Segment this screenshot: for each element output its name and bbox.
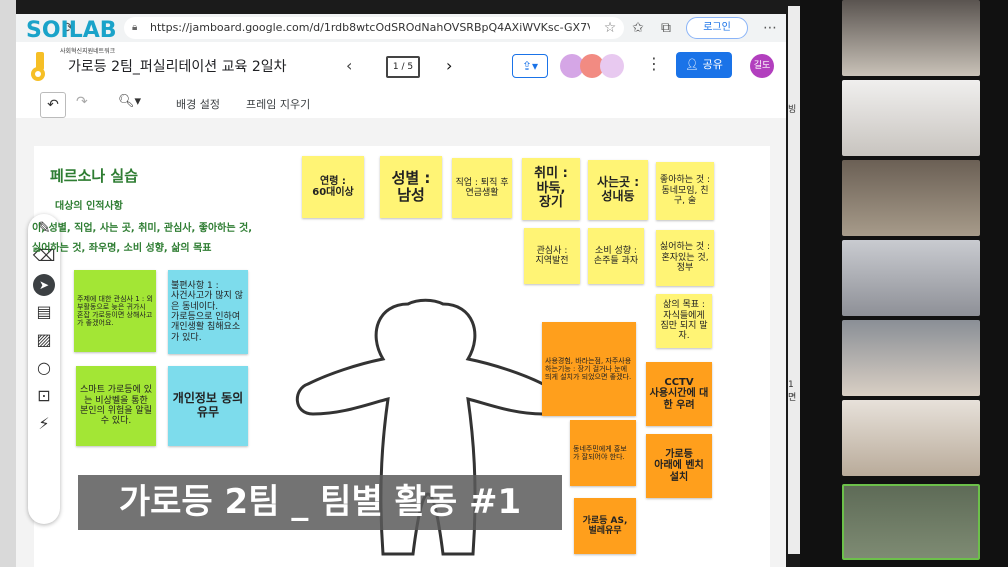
frame-bar-button[interactable]: 1 / 5 xyxy=(386,56,420,78)
url-field[interactable]: 🔒︎ https://jamboard.google.com/d/1rdb8wt… xyxy=(124,17,624,39)
side-text: 빙 xyxy=(788,105,797,115)
more-menu-icon[interactable]: ⋯ xyxy=(760,18,780,38)
undo-icon[interactable]: ↶ xyxy=(40,92,66,118)
sticky-note-cctv[interactable]: CCTV 사용시간에 대한 우려 xyxy=(646,362,712,426)
sticky-note-age[interactable]: 연령 : 60대이상 xyxy=(302,156,364,218)
video-caption: 가로등 2팀 _ 팀별 활동 #1 xyxy=(78,475,562,530)
circle-icon[interactable]: ○ xyxy=(28,354,60,382)
next-frame-icon[interactable]: › xyxy=(446,56,452,75)
sticky-note-interest[interactable]: 관심사 : 지역발전 xyxy=(524,228,580,284)
sticky-note-job[interactable]: 직업 : 퇴직 후 연금생활 xyxy=(452,158,512,218)
side-text: 1면 xyxy=(788,380,797,403)
logo-brand: SOILAB xyxy=(26,18,117,43)
lock-icon: 🔒︎ xyxy=(132,22,138,33)
bookmark-star-icon[interactable]: ☆ xyxy=(600,18,620,38)
jamboard-header: 가로등 2팀_퍼실리테이션 교육 2일차 ‹ 1 / 5 › ⇪▾ ⋮ 👤︎ 공… xyxy=(16,42,786,93)
sticky-note-likes[interactable]: 좋아하는 것 : 동네모임, 친구, 술 xyxy=(656,162,714,220)
present-icon[interactable]: ⇪▾ xyxy=(512,54,548,78)
participant-video[interactable] xyxy=(842,160,980,236)
participant-avatar[interactable] xyxy=(600,54,624,78)
background-settings-button[interactable]: 배경 설정 xyxy=(176,96,220,112)
logo-tagline: 사회혁신지원네트워크 xyxy=(60,48,116,55)
sticky-note-hobby[interactable]: 취미 : 바둑, 장기 xyxy=(522,158,580,220)
sticky-note-inconvenience[interactable]: 불편사항 1 : 사건사고가 많지 않은 동네이다. 가로등으로 인하여 개인생… xyxy=(168,270,248,354)
participant-video[interactable] xyxy=(842,80,980,156)
select-icon[interactable]: ➤ xyxy=(28,270,60,298)
previous-frame-icon[interactable]: ‹ xyxy=(346,56,352,75)
background-window: 빙 1면 xyxy=(788,6,800,554)
sticky-note-place[interactable]: 사는곳 : 성내동 xyxy=(588,160,648,220)
sticky-note-privacy[interactable]: 개인정보 동의유무 xyxy=(168,366,248,446)
zoom-icon[interactable]: 🔍︎▾ xyxy=(118,94,141,109)
participant-video[interactable] xyxy=(842,0,980,76)
user-avatar[interactable]: 길도 xyxy=(750,54,774,78)
redo-icon[interactable]: ↷ xyxy=(76,94,88,110)
share-button[interactable]: 👤︎ 공유 xyxy=(676,52,732,78)
participant-video-active[interactable] xyxy=(842,484,980,560)
login-button[interactable]: 로그인 xyxy=(686,17,748,39)
collections-icon[interactable]: ⧉ xyxy=(656,18,676,38)
image-icon[interactable]: ▨ xyxy=(28,326,60,354)
address-bar: ⟳ 🔒︎ https://jamboard.google.com/d/1rdb8… xyxy=(16,14,786,42)
soilab-logo: SOILAB 사회혁신지원네트워크 xyxy=(24,18,117,78)
persona-fields: 이, 성별, 직업, 사는 곳, 취미, 관심사, 좋아하는 것, xyxy=(32,223,253,234)
persona-subtitle: 대상의 인적사항 xyxy=(55,201,123,212)
sticky-note-promotion[interactable]: 동네주민에게 홍보가 잘되어야 한다. xyxy=(570,420,636,486)
sticky-note-experience[interactable]: 사용경험, 바라는점, 자주사용하는기능 : 장기 걸거나 눈에 띄게 설치가 … xyxy=(542,322,636,416)
sticky-note-concern[interactable]: 주제에 대한 관심사 1 : 외부활동으로 늦은 귀가시 혼잡 가로등이면 상해… xyxy=(74,270,156,352)
participant-video[interactable] xyxy=(842,320,980,396)
tool-palette: ✎ ⌫ ➤ ▤ ▨ ○ ⊡ ⚡︎ xyxy=(28,214,60,524)
sticky-note-gender[interactable]: 성별 : 남성 xyxy=(380,156,442,218)
url-text: https://jamboard.google.com/d/1rdb8wtcOd… xyxy=(150,21,590,34)
clear-frame-button[interactable]: 프레임 지우기 xyxy=(246,96,310,112)
person-icon: 👤︎ xyxy=(685,58,703,71)
sticky-note-emergency-bell[interactable]: 스마트 가로등에 있는 비상벨을 통한 본인의 위험을 알릴 수 있다. xyxy=(76,366,156,446)
sticky-note-life-goal[interactable]: 삶의 목표 : 자식들에게 짐만 되지 말자. xyxy=(656,294,712,348)
participant-video[interactable] xyxy=(842,400,980,476)
participant-video[interactable] xyxy=(842,240,980,316)
sticky-note-icon[interactable]: ▤ xyxy=(28,298,60,326)
persona-title: 페르소나 실습 xyxy=(50,167,139,185)
favorites-icon[interactable]: ✩ xyxy=(628,18,648,38)
sticky-note-bench[interactable]: 가로등 아래에 벤치 설치 xyxy=(646,434,712,498)
more-vert-icon[interactable]: ⋮ xyxy=(646,54,662,73)
sticky-note-dislikes[interactable]: 싫어하는 것 : 혼자있는 것, 정부 xyxy=(656,230,714,286)
sticky-note-as[interactable]: 가로등 AS, 벌레유무 xyxy=(574,498,636,554)
jamboard-toolbar: ↶ ↷ 🔍︎▾ 배경 설정 프레임 지우기 xyxy=(16,92,786,119)
desktop-background xyxy=(0,0,16,567)
sticky-note-consumption[interactable]: 소비 성향 : 손주들 과자 xyxy=(588,228,644,284)
persona-fields: 싫어하는 것, 좌우명, 소비 성향, 삶의 목표 xyxy=(32,243,212,254)
frame-counter: 1 / 5 xyxy=(392,62,414,72)
laser-icon[interactable]: ⚡︎ xyxy=(28,410,60,438)
login-label: 로그인 xyxy=(703,22,731,33)
text-box-icon[interactable]: ⊡ xyxy=(28,382,60,410)
share-label: 공유 xyxy=(702,58,723,71)
